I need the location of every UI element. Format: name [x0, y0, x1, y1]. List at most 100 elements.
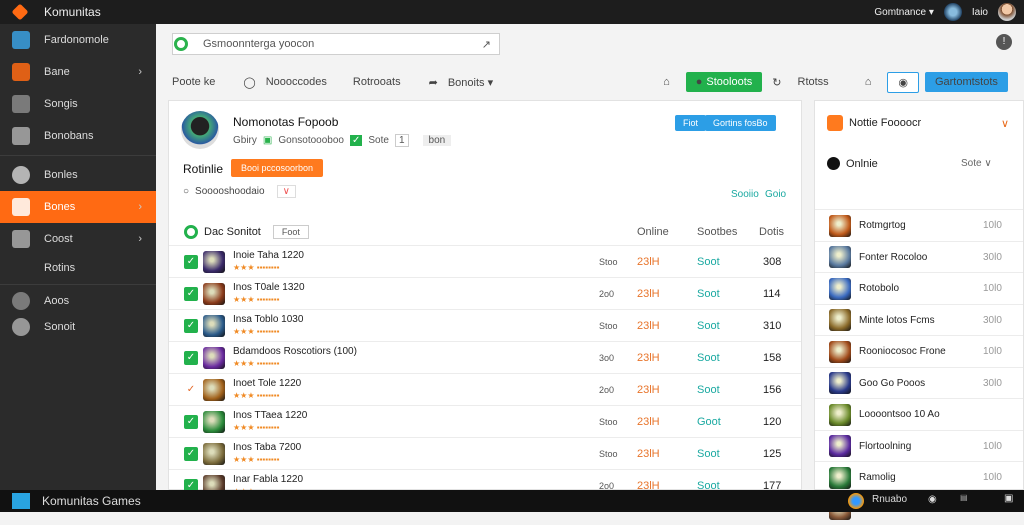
table-tag[interactable]: Foot	[272, 225, 309, 239]
table-row[interactable]: ✓ Inos T0ale 1320 ★★★ ▪▪▪▪▪▪▪▪ 2o0 23lH Soot 1…	[169, 277, 801, 309]
taskbar-label: Komunitas Games	[42, 494, 141, 508]
row-stars: ★★★ ▪▪▪▪▪▪▪▪	[233, 262, 280, 272]
list-item[interactable]: Loooontsoo 10 Ao	[815, 398, 1023, 430]
sidebar-item-7[interactable]: Rotins	[0, 255, 156, 281]
nav-link-1[interactable]: Noooccodes	[266, 76, 327, 88]
link-1[interactable]: Sooiio	[731, 189, 759, 200]
game-icon	[12, 63, 30, 81]
app-taskbar-icon[interactable]	[12, 493, 30, 509]
sidebar-item-1[interactable]: Bane ›	[0, 56, 156, 88]
row-checkbox[interactable]: ✓	[184, 446, 198, 461]
col-header-sootbes[interactable]: Sootbes	[697, 226, 737, 238]
filter-dot-icon: ○	[183, 186, 190, 197]
row-title: Inos Taba 7200	[233, 441, 302, 453]
row-checkbox[interactable]: ✓	[184, 254, 198, 269]
col-header-online[interactable]: Online	[637, 226, 669, 238]
chevron-right-icon: ›	[138, 201, 142, 213]
nav-link-4[interactable]: Rtotss	[798, 76, 829, 88]
sidebar-item-5[interactable]: Bones ›	[0, 191, 156, 223]
row-thumbnail	[203, 442, 225, 465]
sort-dropdown[interactable]: Sote ∨	[961, 158, 992, 169]
profile-meta-5: bon	[422, 135, 452, 146]
link-2[interactable]: Goio	[765, 189, 786, 200]
sidebar-item-8[interactable]: Aoos	[0, 288, 156, 314]
globe-icon[interactable]	[943, 3, 962, 21]
browser-icon[interactable]	[848, 493, 864, 509]
list-item[interactable]: Rooniocosoc Frone 10l0	[815, 335, 1023, 367]
list-item-name: Rotmgrtog	[859, 220, 906, 231]
filter-dropdown[interactable]: ○ Sooooshoodaio ∨	[183, 185, 296, 198]
table-row[interactable]: ✓ Inos Taba 7200 ★★★ ▪▪▪▪▪▪▪▪ Stoo 23lH Soot 1…	[169, 437, 801, 469]
row-checkbox[interactable]: ✓	[184, 350, 198, 365]
row-checkbox[interactable]: ✓	[184, 414, 198, 429]
list-item[interactable]: Goo Go Pooos 30l0	[815, 366, 1023, 399]
globe-icon	[12, 166, 30, 184]
list-item[interactable]: Minte lotos Fcms 30l0	[815, 303, 1023, 336]
sidebar-item-6[interactable]: Coost ›	[0, 223, 156, 255]
sidebar-divider	[0, 155, 156, 156]
profile-meta-2: Gonsotoooboo	[278, 135, 344, 146]
blue-action-button[interactable]: Gartomtstots	[924, 72, 1008, 92]
row-col-3: Goot	[697, 415, 721, 428]
list-item-name: Goo Go Pooos	[859, 377, 926, 389]
row-col-4: 114	[763, 287, 781, 300]
row-title-block: Inoie Taha 1220 ★★★ ▪▪▪▪▪▪▪▪	[233, 250, 304, 274]
col-header-dotis[interactable]: Dotis	[759, 226, 784, 238]
nav-link-2[interactable]: Rotrooats	[353, 76, 401, 88]
list-item[interactable]: Rotmgrtog 10l0	[815, 209, 1023, 241]
list-item[interactable]: Ramolig 10l0	[815, 461, 1023, 493]
row-checkbox[interactable]: ✓	[184, 286, 198, 301]
small-button[interactable]: Fiot	[675, 115, 707, 131]
sidebar-item-2[interactable]: Songis	[0, 88, 156, 120]
wide-button[interactable]: Gortins fosBo	[705, 115, 776, 131]
user-menu[interactable]: Gomtnance ▾	[874, 7, 934, 18]
row-col-2: 23lH	[637, 415, 660, 428]
list-item-value: 30l0	[983, 251, 1002, 263]
home-icon[interactable]: ⌂	[663, 76, 670, 88]
table-row[interactable]: ✓ Bdamdoos Roscotiors (100) ★★★ ▪▪▪▪▪▪▪▪ 3o…	[169, 341, 801, 373]
table-row[interactable]: ✓ Insa Toblo 1030 ★★★ ▪▪▪▪▪▪▪▪ Stoo 23lH Soot…	[169, 309, 801, 341]
sidebar-item-label: Sonoit	[44, 321, 76, 333]
refresh-icon[interactable]: ↻	[772, 76, 781, 89]
list-item[interactable]: Flortoolning 10l0	[815, 429, 1023, 462]
list-icon	[12, 95, 30, 113]
search-input[interactable]: Gsmoonnterga yoocon ↗	[172, 33, 500, 55]
table-row[interactable]: ✓ Inoet Tole 1220 ★★★ ▪▪▪▪▪▪▪▪ 2o0 23lH Soot 1…	[169, 373, 801, 405]
table-row[interactable]: ✓ Inos TTaea 1220 ★★★ ▪▪▪▪▪▪▪▪ Stoo 23lH Goot…	[169, 405, 801, 437]
green-action-button[interactable]: ● Stooloots	[685, 72, 763, 92]
row-checkbox[interactable]: ✓	[184, 318, 198, 333]
collapse-icon[interactable]: ∨	[1001, 117, 1009, 130]
notification-icon[interactable]: ▣	[1004, 493, 1013, 504]
share-icon: ➦	[428, 76, 438, 89]
sidebar-item-label: Bonles	[44, 169, 78, 181]
row-checkbox[interactable]: ✓	[184, 383, 198, 397]
home-icon-2[interactable]: ⌂	[865, 76, 872, 88]
chevron-right-icon: ›	[138, 233, 142, 245]
row-thumbnail	[203, 250, 225, 273]
row-col-1: Stoo	[599, 448, 618, 459]
sidebar-item-label: Coost	[44, 233, 73, 245]
list-item[interactable]: Rotobolo 10l0	[815, 272, 1023, 304]
sidebar-item-4[interactable]: Bonles	[0, 159, 156, 191]
right-panel-header[interactable]: Nottie Foooocr	[827, 115, 921, 131]
help-icon[interactable]: !	[996, 34, 1012, 50]
section-title: Rotinlie	[183, 162, 224, 176]
sidebar-item-0[interactable]: Fardonomole	[0, 24, 156, 56]
outline-button[interactable]: ◉	[887, 71, 919, 93]
list-item-name: Rooniocosoc Frone	[859, 346, 946, 357]
sidebar-item-3[interactable]: Bonobans	[0, 120, 156, 152]
list-item[interactable]: Fonter Rocoloo 30l0	[815, 240, 1023, 273]
row-thumbnail	[203, 410, 225, 433]
sidebar-item-9[interactable]: Sonoit	[0, 314, 156, 340]
nav-link-3[interactable]: Bonoits ▾	[448, 76, 493, 89]
user-name: Iaio	[971, 6, 988, 18]
app-logo-icon	[11, 3, 29, 21]
list-thumbnail	[829, 277, 851, 300]
nav-link-0[interactable]: Poote ke	[172, 76, 215, 88]
clock-icon: ▤	[960, 493, 968, 502]
avatar[interactable]	[998, 3, 1016, 21]
fire-icon	[827, 115, 843, 131]
table-row[interactable]: ✓ Inoie Taha 1220 ★★★ ▪▪▪▪▪▪▪▪ Stoo 23lH Soot…	[169, 245, 801, 277]
orange-tag[interactable]: Booi pccosoorbon	[231, 159, 324, 177]
right-panel: Nottie Foooocr ∨ Onlnie Sote ∨ Rotmgrtog…	[814, 100, 1024, 520]
